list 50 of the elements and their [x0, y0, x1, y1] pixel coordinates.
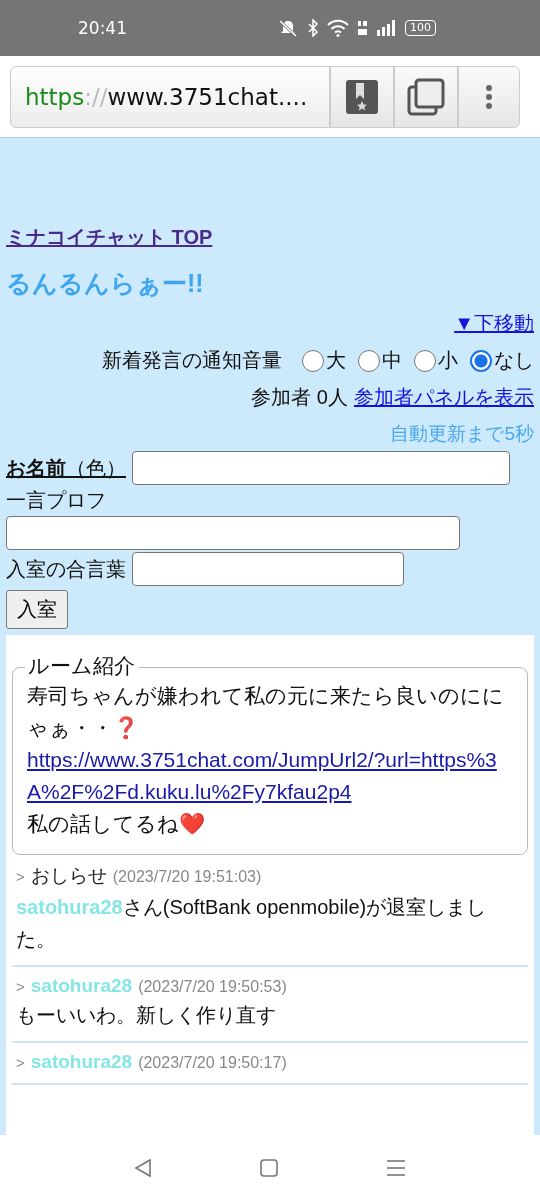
- option-label[interactable]: 小: [438, 347, 458, 374]
- message-text: もーいいわ。新しく作り直す: [16, 1003, 277, 1028]
- address-bar[interactable]: https://www.3751chat....: [10, 65, 330, 128]
- message-marker: >: [16, 868, 25, 885]
- volume-label: 新着発言の通知音量: [102, 348, 282, 373]
- message-author: satohura28: [30, 975, 133, 997]
- tabs-button[interactable]: [394, 65, 458, 128]
- message-author: satohura28: [30, 1051, 133, 1073]
- back-icon: [134, 1157, 152, 1178]
- room-title: るんるんらぁー!!: [6, 268, 205, 300]
- menu-icon: [485, 83, 493, 110]
- recents-icon: [386, 1158, 406, 1177]
- enter-button[interactable]: 入室: [6, 590, 68, 629]
- radio-button[interactable]: [302, 349, 324, 372]
- room-intro-text: 私の話してるね❤: [27, 811, 206, 837]
- participant-count: 参加者 0人: [251, 385, 348, 410]
- field-label: お名前（色）: [6, 455, 126, 481]
- wifi-icon: [327, 19, 349, 37]
- field-label: 一言プロフ: [6, 488, 107, 513]
- field-label: 入室の合言葉: [6, 556, 126, 582]
- message-author: おしらせ: [30, 864, 107, 888]
- option-label[interactable]: 大: [326, 347, 346, 374]
- muted-bell-icon: [277, 19, 299, 37]
- option-label[interactable]: 中: [382, 347, 402, 374]
- clock-time: 20:41: [78, 18, 127, 38]
- top-link[interactable]: ミナコイチャット TOP: [6, 224, 213, 251]
- radio-button[interactable]: [470, 349, 492, 372]
- input-field[interactable]: [6, 516, 460, 550]
- message-time: (2023/7/20 19:50:17): [138, 1054, 287, 1072]
- message-time: (2023/7/20 19:50:53): [138, 978, 287, 996]
- room-intro-text: 寿司ちゃんが嫌われて私の元に来たら良いのににゃぁ・・❓ https://www.3751chat.com/JumpUrl2/?url=https%3A%2F%2Fd.kuku.lu%2Fy7kfau2p4: [27, 680, 513, 808]
- radio-button[interactable]: [358, 349, 380, 372]
- auto-update-countdown: 自動更新まで5秒: [389, 422, 534, 446]
- move-down-link[interactable]: ▼下移動: [454, 310, 534, 337]
- home-icon: [260, 1158, 278, 1177]
- battery-level: 100: [405, 20, 436, 36]
- radio-button[interactable]: [414, 349, 436, 372]
- signal-icon: [377, 20, 397, 36]
- input-field[interactable]: [132, 552, 404, 586]
- tabs-icon: [407, 77, 445, 116]
- intro-link[interactable]: https://www.3751chat.com/JumpUrl2/?url=https%3A%2F%2Fd.kuku.lu%2Fy7kfau2p4: [27, 744, 513, 808]
- participant-panel-link[interactable]: 参加者パネルを表示: [354, 384, 534, 411]
- bookmarks-button[interactable]: [330, 65, 394, 128]
- message-marker: >: [16, 1054, 25, 1071]
- message-text: satohura28さん(SoftBank openmobile)が退室しました。: [16, 895, 488, 952]
- message-marker: >: [16, 978, 25, 995]
- input-field[interactable]: [132, 451, 510, 485]
- message-time: (2023/7/20 19:51:03): [112, 868, 262, 886]
- bluetooth-icon: [307, 19, 319, 37]
- option-label[interactable]: なし: [494, 347, 534, 374]
